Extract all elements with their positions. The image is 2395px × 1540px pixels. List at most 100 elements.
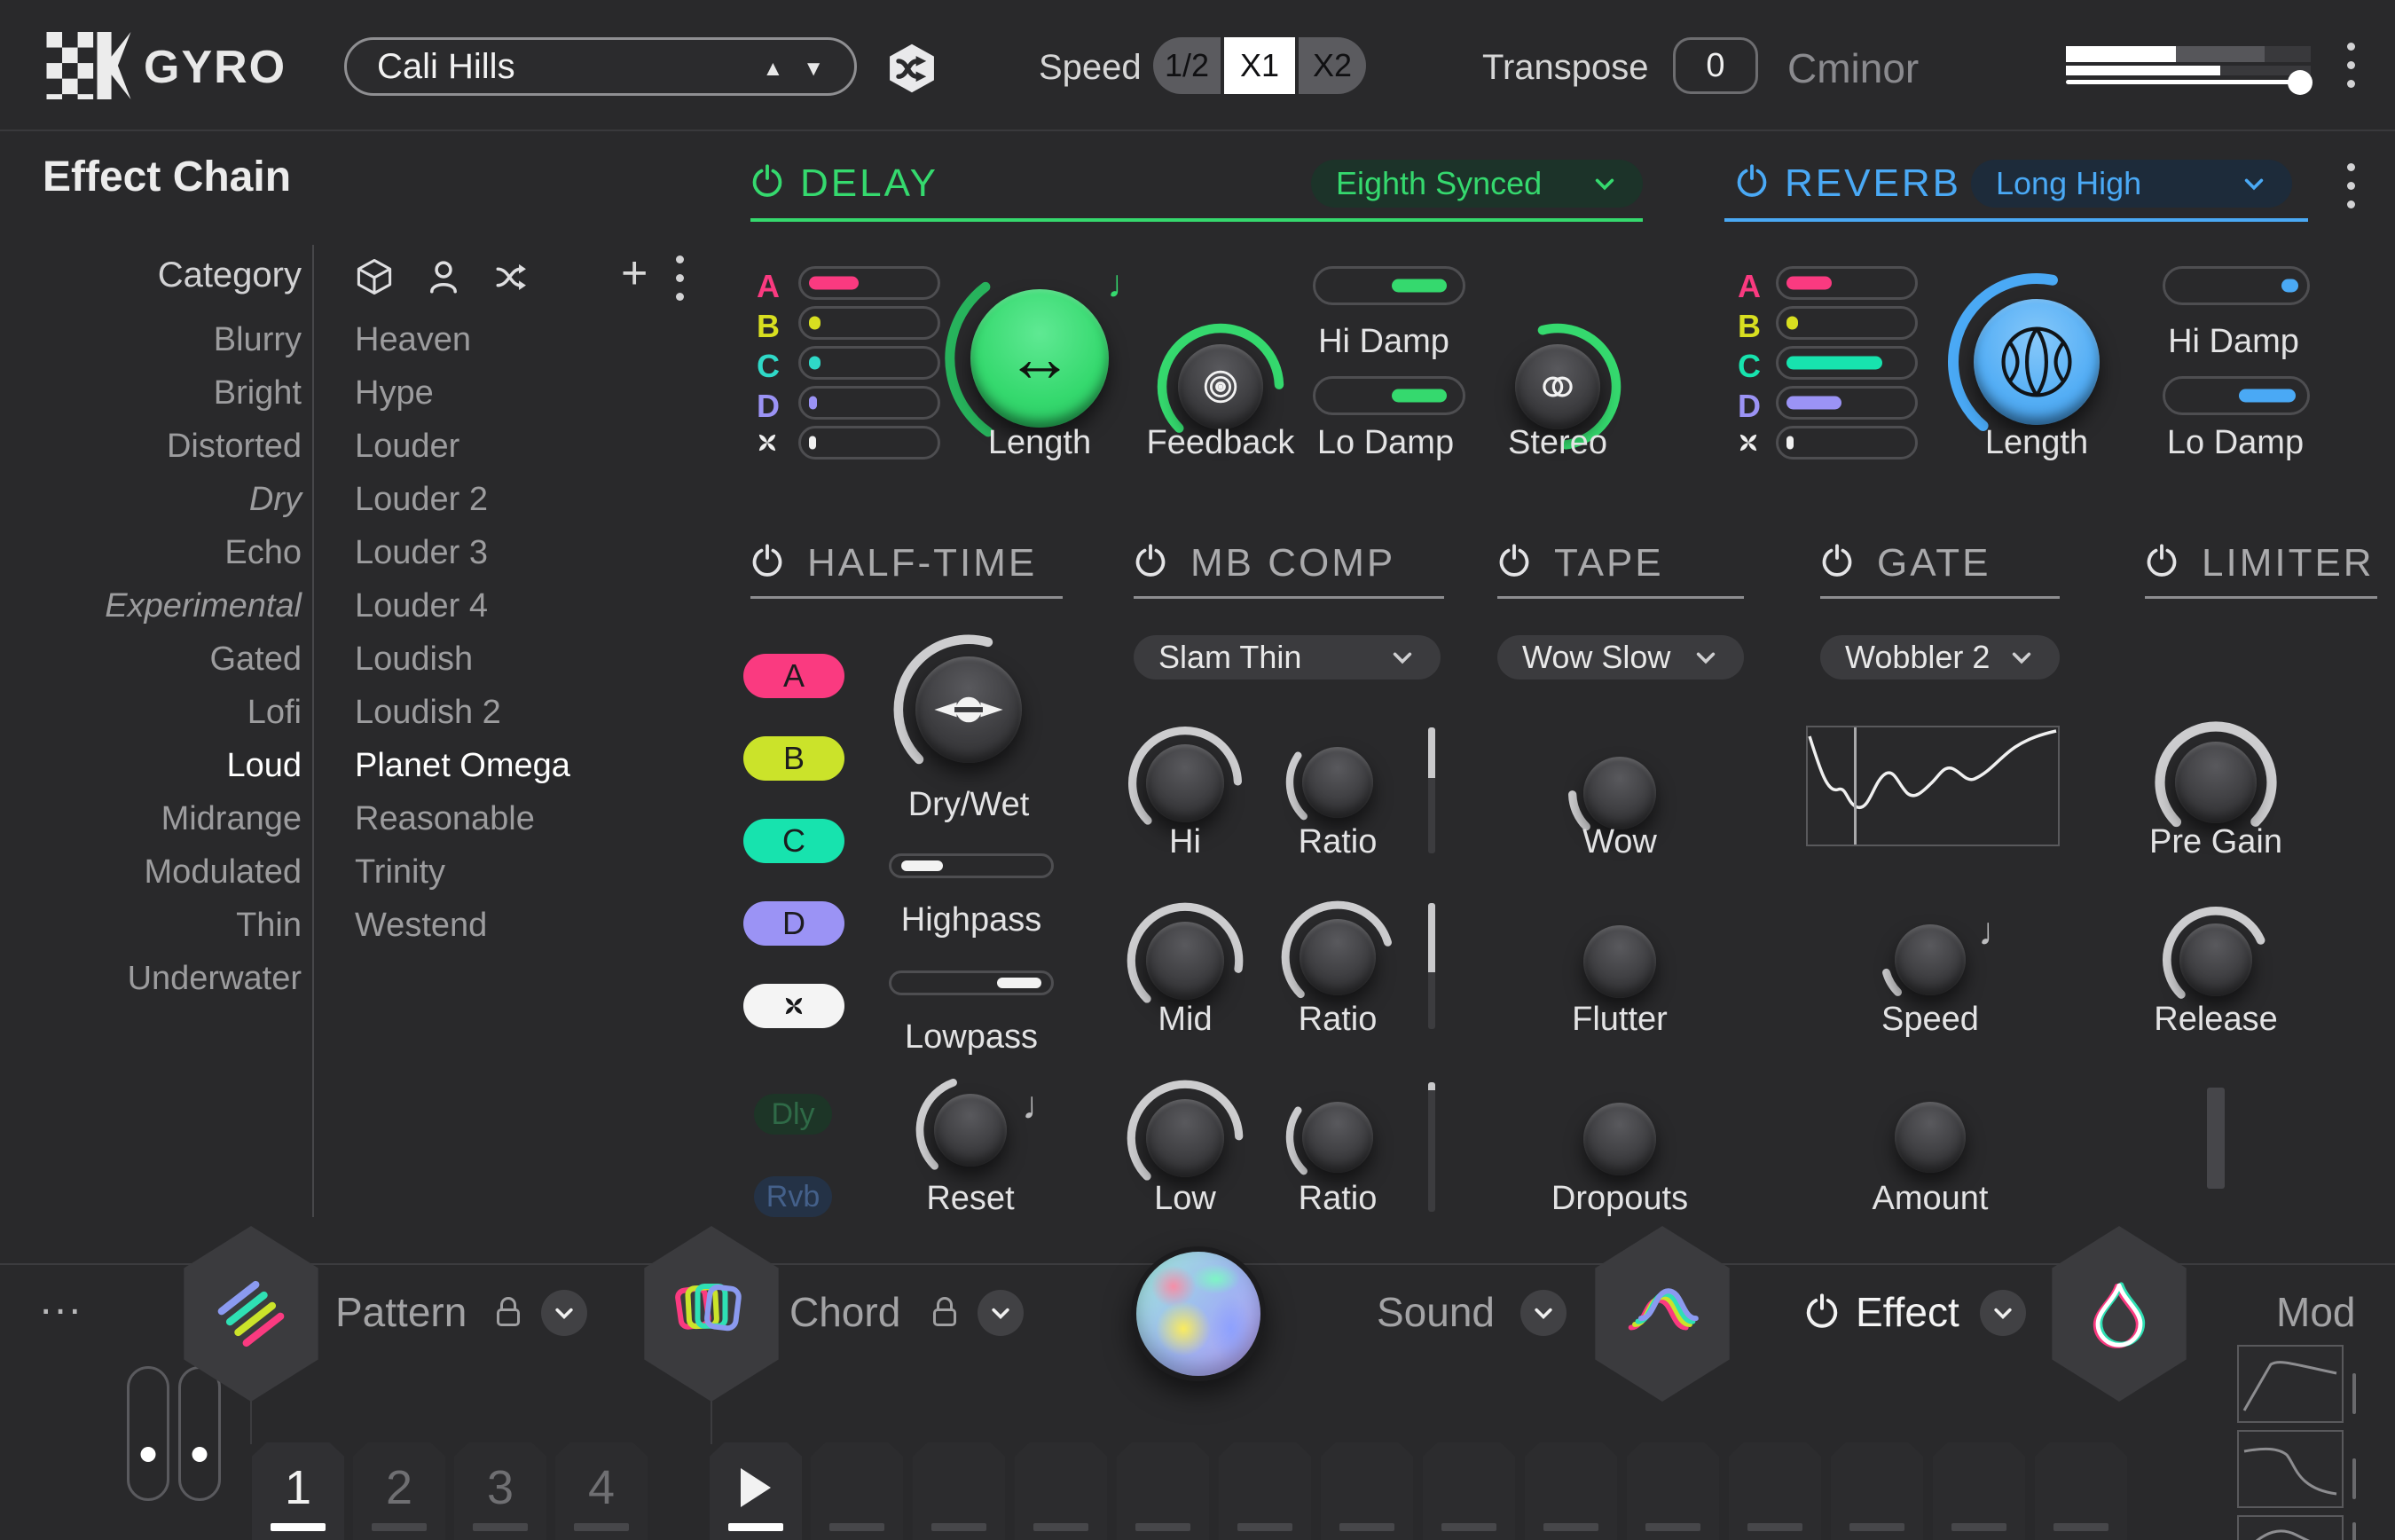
preset-list-item-selected[interactable]: Planet Omega — [355, 747, 570, 785]
preset-list-item[interactable]: Louder — [355, 428, 459, 466]
tape-preset-dropdown[interactable]: Wow Slow — [1497, 635, 1744, 680]
preset-step-arrows[interactable]: ▲ ▼ — [762, 40, 824, 98]
pattern-expand-button[interactable] — [541, 1290, 587, 1336]
step-pad[interactable] — [1219, 1442, 1311, 1540]
mod-thumb-3-handle[interactable] — [2352, 1522, 2356, 1540]
pattern-tab-4[interactable]: 4 — [555, 1442, 648, 1540]
step-pad[interactable] — [1423, 1442, 1515, 1540]
preset-up-icon[interactable]: ▲ — [762, 57, 783, 82]
tape-flutter-knob[interactable] — [1568, 910, 1671, 1013]
category-item[interactable]: Experimental — [35, 587, 302, 625]
delay-level-random-slider[interactable] — [798, 426, 940, 460]
preset-list-item[interactable]: Loudish 2 — [355, 694, 501, 732]
preset-list-item[interactable]: Louder 4 — [355, 587, 488, 625]
preset-list-item[interactable]: Trinity — [355, 853, 445, 892]
preset-list-item[interactable]: Louder 3 — [355, 534, 488, 572]
mod-envelope-thumb-1[interactable] — [2237, 1345, 2344, 1423]
pattern-tab-3[interactable]: 3 — [454, 1442, 546, 1540]
preset-down-icon[interactable]: ▼ — [803, 57, 824, 82]
halftime-highpass-slider[interactable] — [889, 853, 1054, 878]
halftime-random-slot-button[interactable] — [743, 984, 844, 1028]
effect-label[interactable]: Effect — [1856, 1288, 1959, 1336]
step-pad[interactable] — [811, 1442, 903, 1540]
mbcomp-low-ratio-knob[interactable] — [1284, 1084, 1391, 1190]
limiter-power-button[interactable] — [2145, 543, 2179, 578]
preset-list-item[interactable]: Heaven — [355, 321, 471, 359]
delay-level-b-slider[interactable] — [798, 306, 940, 340]
step-pad[interactable] — [2035, 1442, 2127, 1540]
preset-list-item[interactable]: Louder 2 — [355, 481, 488, 519]
speed-x2-button[interactable]: X2 — [1299, 37, 1366, 94]
preset-list-item[interactable]: Loudish — [355, 640, 473, 679]
mbcomp-preset-dropdown[interactable]: Slam Thin — [1134, 635, 1441, 680]
category-item[interactable]: Modulated — [35, 853, 302, 892]
tape-power-button[interactable] — [1497, 543, 1531, 578]
reverb-menu-button[interactable] — [2347, 163, 2355, 208]
pattern-lock-icon[interactable] — [497, 1297, 520, 1327]
category-item[interactable]: Lofi — [35, 694, 302, 732]
user-presets-filter-icon[interactable] — [424, 257, 463, 296]
master-volume-slider[interactable] — [2066, 46, 2311, 87]
sound-expand-button[interactable] — [1520, 1290, 1567, 1336]
mbcomp-power-button[interactable] — [1134, 543, 1167, 578]
pitch-wheel[interactable] — [127, 1366, 169, 1501]
mbcomp-mid-ratio-knob[interactable] — [1281, 900, 1394, 1014]
category-item[interactable]: Blurry — [35, 321, 302, 359]
factory-presets-filter-icon[interactable] — [355, 257, 394, 296]
add-preset-button[interactable]: + — [621, 250, 648, 296]
speed-half-button[interactable]: 1/2 — [1153, 37, 1221, 94]
preset-list-item[interactable]: Reasonable — [355, 800, 535, 838]
reverb-level-c-slider[interactable] — [1776, 346, 1918, 380]
reverb-lo-damp-slider[interactable] — [2163, 376, 2310, 415]
mbcomp-hi-ratio-knob[interactable] — [1284, 729, 1391, 836]
macro-orb[interactable] — [1131, 1246, 1266, 1381]
transpose-value-field[interactable]: 0 — [1673, 37, 1758, 94]
halftime-slot-a-button[interactable]: A — [743, 654, 844, 698]
mod-label[interactable]: Mod — [2276, 1288, 2355, 1336]
delay-preset-dropdown[interactable]: Eighth Synced — [1311, 160, 1643, 208]
halftime-reset-knob[interactable] — [915, 1075, 1025, 1185]
step-pad[interactable] — [1933, 1442, 2025, 1540]
randomize-dice-icon[interactable] — [886, 41, 938, 96]
delay-level-d-slider[interactable] — [798, 386, 940, 420]
category-item[interactable]: Midrange — [35, 800, 302, 838]
volume-slider-thumb[interactable] — [2288, 70, 2313, 95]
reverb-level-d-slider[interactable] — [1776, 386, 1918, 420]
volume-slider-track[interactable] — [2066, 80, 2311, 84]
effect-power-button[interactable] — [1804, 1292, 1840, 1331]
halftime-drywet-knob[interactable] — [891, 632, 1047, 788]
category-item[interactable]: Bright — [35, 374, 302, 412]
mod-thumb-2-handle[interactable] — [2352, 1458, 2356, 1499]
gate-speed-knob[interactable] — [1881, 910, 1980, 1010]
mod-wheel[interactable] — [178, 1366, 221, 1501]
shuffle-presets-icon[interactable] — [493, 257, 532, 296]
effect-expand-button[interactable] — [1980, 1290, 2026, 1336]
more-options-button[interactable]: ... — [40, 1276, 83, 1324]
chord-page-button[interactable] — [635, 1226, 788, 1402]
category-item[interactable]: Dry — [35, 481, 302, 519]
topbar-menu-button[interactable] — [2347, 43, 2355, 88]
category-item[interactable]: Distorted — [35, 428, 302, 466]
halftime-slot-d-button[interactable]: D — [743, 901, 844, 946]
step-pad[interactable] — [913, 1442, 1005, 1540]
halftime-lowpass-slider[interactable] — [889, 970, 1054, 995]
preset-selector[interactable]: Cali Hills ▲ ▼ — [344, 37, 857, 96]
step-pad[interactable] — [1627, 1442, 1719, 1540]
limiter-release-knob[interactable] — [2163, 907, 2269, 1013]
gate-preset-dropdown[interactable]: Wobbler 2 — [1820, 635, 2060, 680]
tape-dropouts-knob[interactable] — [1568, 1088, 1671, 1190]
mod-thumb-1-handle[interactable] — [2352, 1373, 2356, 1414]
halftime-rvb-toggle[interactable]: Rvb — [754, 1176, 832, 1217]
reverb-level-b-slider[interactable] — [1776, 306, 1918, 340]
step-pad[interactable] — [1117, 1442, 1209, 1540]
category-item[interactable]: Echo — [35, 534, 302, 572]
reverb-level-a-slider[interactable] — [1776, 266, 1918, 300]
mod-envelope-thumb-3[interactable] — [2237, 1515, 2344, 1540]
reverb-preset-dropdown[interactable]: Long High — [1971, 160, 2292, 208]
chord-expand-button[interactable] — [978, 1290, 1024, 1336]
step-pad[interactable] — [1015, 1442, 1107, 1540]
preset-list-item[interactable]: Hype — [355, 374, 434, 412]
halftime-slot-c-button[interactable]: C — [743, 819, 844, 863]
preset-list-item[interactable]: Westend — [355, 907, 487, 945]
mod-page-button[interactable] — [2043, 1226, 2195, 1402]
